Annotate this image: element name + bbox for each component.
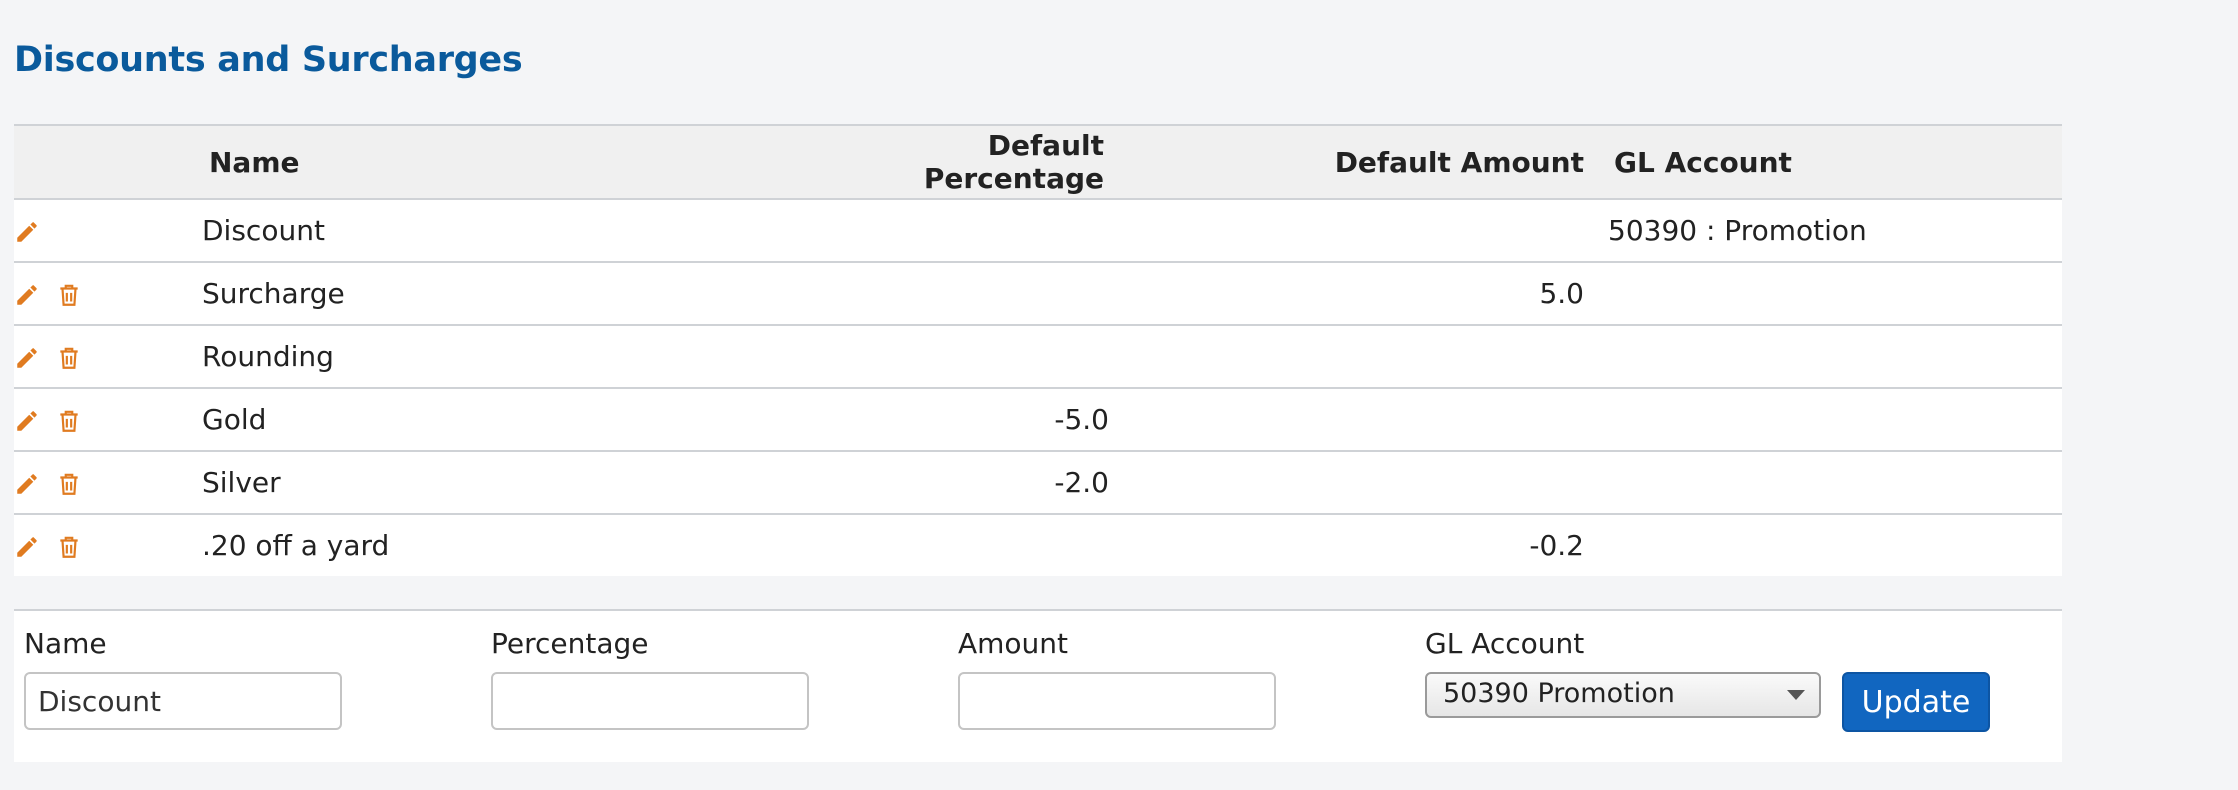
table-row: Discount 50390 : Promotion xyxy=(14,199,2062,263)
row-actions xyxy=(14,388,194,452)
row-actions xyxy=(14,262,194,326)
table-body: Discount 50390 : Promotion Surcharge 5.0 Rou… xyxy=(14,199,2062,576)
trash-icon[interactable] xyxy=(56,282,82,308)
gl-account-selected-value: 50390 Promotion xyxy=(1443,678,1675,709)
row-gl-account xyxy=(1594,514,2062,576)
gl-account-label: GL Account xyxy=(1425,627,1585,660)
chevron-down-icon xyxy=(1787,690,1805,700)
default-percentage-column-header: Default Percentage xyxy=(814,125,1114,200)
update-button[interactable]: Update xyxy=(1842,672,1990,732)
name-input[interactable] xyxy=(24,672,342,730)
row-name: Surcharge xyxy=(194,262,814,326)
trash-icon[interactable] xyxy=(56,345,82,371)
amount-label: Amount xyxy=(958,627,1069,660)
row-actions xyxy=(14,199,194,263)
row-amount: -0.2 xyxy=(1529,529,1584,562)
row-gl-account: 50390 : Promotion xyxy=(1594,199,2062,263)
row-percentage xyxy=(814,262,1114,326)
row-gl-account xyxy=(1594,451,2062,515)
pencil-icon[interactable] xyxy=(14,282,40,308)
row-amount xyxy=(1114,451,1594,515)
row-percentage: -5.0 xyxy=(814,388,1114,452)
row-gl-account xyxy=(1594,388,2062,452)
name-column-header: Name xyxy=(194,125,814,200)
row-gl-account xyxy=(1594,262,2062,326)
table-row: Silver -2.0 xyxy=(14,451,2062,515)
trash-icon[interactable] xyxy=(56,471,82,497)
gl-account-select[interactable]: 50390 Promotion xyxy=(1425,672,1821,718)
table-row: Rounding xyxy=(14,325,2062,389)
discounts-table: Name Default Percentage Default Amount G… xyxy=(14,124,2062,576)
row-percentage xyxy=(814,325,1114,389)
trash-icon[interactable] xyxy=(56,534,82,560)
pencil-icon[interactable] xyxy=(14,534,40,560)
row-percentage xyxy=(814,199,1114,263)
default-amount-column-header: Default Amount xyxy=(1114,125,1594,200)
row-amount xyxy=(1114,388,1594,452)
pencil-icon[interactable] xyxy=(14,345,40,371)
percentage-label: Percentage xyxy=(491,627,649,660)
row-name: Silver xyxy=(194,451,814,515)
row-actions xyxy=(14,451,194,515)
edit-form: Name Percentage Amount GL Account 50390 … xyxy=(14,609,2062,762)
row-name: Gold xyxy=(194,388,814,452)
row-gl-account xyxy=(1594,325,2062,389)
actions-column-header xyxy=(14,125,194,200)
name-label: Name xyxy=(24,627,107,660)
page-title: Discounts and Surcharges xyxy=(14,40,523,80)
row-actions xyxy=(14,325,194,389)
pencil-icon[interactable] xyxy=(14,219,40,245)
row-name: .20 off a yard xyxy=(202,529,390,562)
pencil-icon[interactable] xyxy=(14,408,40,434)
row-amount: 5.0 xyxy=(1114,262,1594,326)
trash-icon[interactable] xyxy=(56,408,82,434)
pencil-icon[interactable] xyxy=(14,471,40,497)
row-name: Rounding xyxy=(194,325,814,389)
row-amount xyxy=(1114,199,1594,263)
row-percentage xyxy=(814,514,1114,576)
row-percentage: -2.0 xyxy=(814,451,1114,515)
table-row: .20 off a yard -0.2 xyxy=(14,514,2062,576)
percentage-input[interactable] xyxy=(491,672,809,730)
table-row: Gold -5.0 xyxy=(14,388,2062,452)
row-actions xyxy=(14,514,194,576)
row-name: Discount xyxy=(194,199,814,263)
row-amount xyxy=(1114,325,1594,389)
table-header-row: Name Default Percentage Default Amount G… xyxy=(14,125,2062,200)
gl-account-column-header: GL Account xyxy=(1594,125,2062,200)
table-row: Surcharge 5.0 xyxy=(14,262,2062,326)
amount-input[interactable] xyxy=(958,672,1276,730)
